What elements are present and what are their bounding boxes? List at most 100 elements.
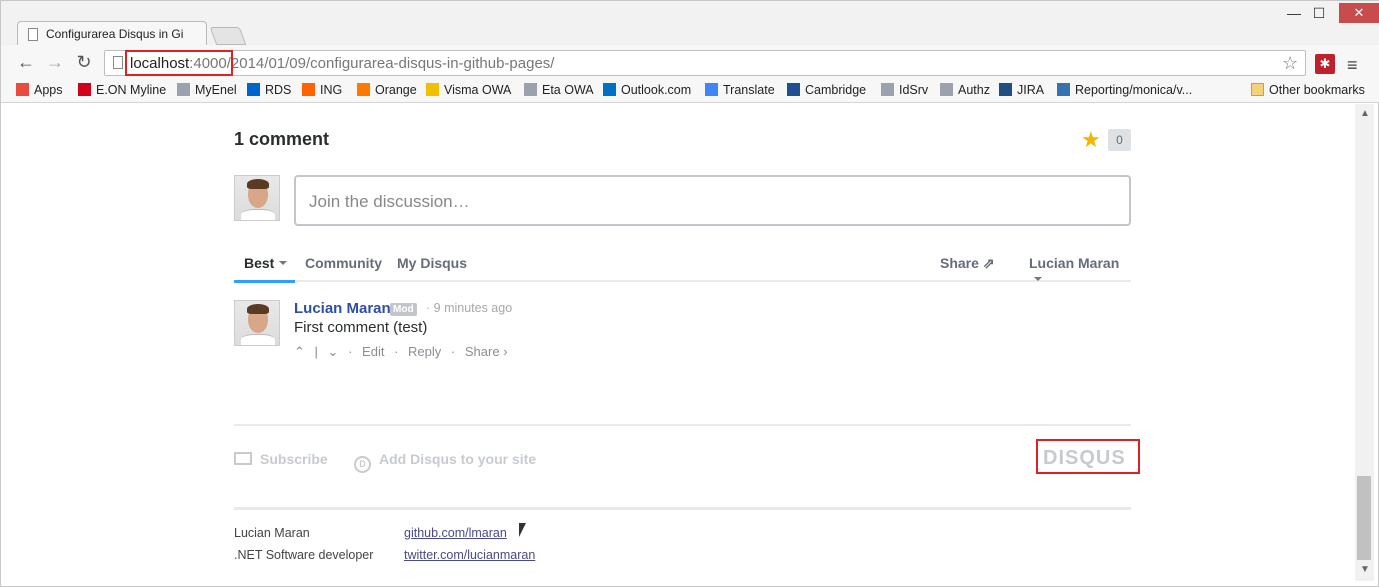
bookmark-item[interactable]: Apps bbox=[16, 83, 63, 97]
bookmark-favicon-icon bbox=[357, 83, 370, 96]
forward-arrow-icon[interactable]: → bbox=[45, 53, 65, 73]
bookmark-favicon-icon bbox=[426, 83, 439, 96]
add-disqus-link[interactable]: D Add Disqus to your site bbox=[354, 451, 536, 473]
bookmark-label: ING bbox=[320, 83, 343, 97]
active-tab-indicator bbox=[234, 280, 295, 283]
bookmark-label: Translate bbox=[723, 83, 775, 97]
twitter-link[interactable]: twitter.com/lucianmaran bbox=[404, 548, 535, 562]
lastpass-extension-icon[interactable]: ✱ bbox=[1315, 54, 1335, 74]
user-menu[interactable]: Lucian Maran bbox=[1029, 255, 1131, 287]
bookmark-label: Reporting/monica/v... bbox=[1075, 83, 1193, 97]
logo-highlight-box bbox=[1036, 439, 1140, 474]
bookmark-label: Authz bbox=[958, 83, 990, 97]
footer-author-name: Lucian Maran bbox=[234, 526, 310, 540]
subscribe-link[interactable]: Subscribe bbox=[234, 451, 328, 467]
bookmark-item[interactable]: JIRA bbox=[999, 83, 1044, 97]
bookmark-star-icon[interactable]: ☆ bbox=[1282, 53, 1298, 74]
bookmark-label: Outlook.com bbox=[621, 83, 692, 97]
bookmark-favicon-icon bbox=[787, 83, 800, 96]
github-link[interactable]: github.com/lmaran bbox=[404, 526, 507, 540]
bookmark-item[interactable]: Orange bbox=[357, 83, 417, 97]
github-link-wrap: github.com/lmaran bbox=[404, 526, 507, 540]
action-separator: · bbox=[348, 344, 353, 359]
bookmark-favicon-icon bbox=[940, 83, 953, 96]
scroll-thumb[interactable] bbox=[1357, 476, 1371, 560]
address-bar[interactable]: localhost:4000/2014/01/09/configurarea-d… bbox=[104, 50, 1306, 76]
bookmark-item[interactable]: Outlook.com bbox=[603, 83, 691, 97]
url-path: :4000/2014/01/09/configurarea-disqus-in-… bbox=[189, 55, 555, 72]
vertical-scrollbar[interactable]: ▲ ▼ bbox=[1355, 104, 1374, 581]
post-body: First comment (test) bbox=[294, 319, 428, 336]
edit-link[interactable]: Edit bbox=[362, 344, 384, 359]
share-icon: ⇗ bbox=[982, 255, 995, 271]
reload-icon[interactable]: ↻ bbox=[74, 53, 94, 73]
bookmark-label: Visma OWA bbox=[444, 83, 512, 97]
bookmark-item[interactable]: Translate bbox=[705, 83, 775, 97]
discussion-tabs: Best Community My Disqus Share ⇗ Lucian … bbox=[234, 252, 1131, 283]
upvote-icon[interactable]: ⌃ bbox=[294, 344, 305, 359]
back-arrow-icon[interactable]: ← bbox=[16, 53, 36, 73]
user-menu-label: Lucian Maran bbox=[1029, 255, 1120, 271]
bookmark-label: Apps bbox=[34, 83, 63, 97]
recommend-count: 0 bbox=[1108, 129, 1131, 151]
bookmark-favicon-icon bbox=[881, 83, 894, 96]
avatar bbox=[234, 175, 280, 221]
bookmark-label: RDS bbox=[265, 83, 292, 97]
bookmark-label: E.ON Myline bbox=[96, 83, 167, 97]
bookmark-item[interactable]: Cambridge bbox=[787, 83, 866, 97]
share-button[interactable]: Share ⇗ bbox=[940, 255, 995, 272]
mail-icon bbox=[234, 452, 252, 465]
new-tab-button[interactable] bbox=[209, 27, 247, 45]
bookmark-label: MyEnel bbox=[195, 83, 237, 97]
comment-count: 1 comment bbox=[234, 129, 330, 149]
bookmark-item[interactable]: Reporting/monica/v... bbox=[1057, 83, 1192, 97]
scroll-up-icon[interactable]: ▲ bbox=[1360, 108, 1370, 119]
post-time[interactable]: · 9 minutes ago bbox=[426, 301, 512, 315]
chevron-down-icon bbox=[279, 261, 288, 265]
other-bookmarks-label: Other bookmarks bbox=[1269, 83, 1365, 97]
vote-divider: | bbox=[314, 344, 318, 359]
close-button[interactable]: ✕ bbox=[1339, 3, 1379, 23]
chevron-down-icon bbox=[1034, 277, 1042, 281]
post-time-label: 9 minutes ago bbox=[433, 301, 513, 315]
disqus-icon: D bbox=[354, 456, 371, 473]
post-author[interactable]: Lucian Maran bbox=[294, 300, 391, 317]
bookmark-item[interactable]: IdSrv bbox=[881, 83, 928, 97]
twitter-link-wrap: twitter.com/lucianmaran bbox=[404, 548, 535, 562]
tab-strip: Configurarea Disqus in Gi — ☐ ✕ bbox=[1, 1, 1379, 47]
scroll-down-icon[interactable]: ▼ bbox=[1360, 564, 1370, 575]
menu-icon[interactable]: ≡ bbox=[1347, 55, 1358, 76]
bookmark-favicon-icon bbox=[247, 83, 260, 96]
bookmark-item[interactable]: E.ON Myline bbox=[78, 83, 166, 97]
bookmark-favicon-icon bbox=[78, 83, 91, 96]
bookmark-item[interactable]: ING bbox=[302, 83, 342, 97]
browser-tab[interactable]: Configurarea Disqus in Gi bbox=[17, 21, 207, 47]
bookmark-item[interactable]: RDS bbox=[247, 83, 291, 97]
tab-community[interactable]: Community bbox=[305, 255, 382, 271]
share-link[interactable]: Share › bbox=[465, 344, 508, 359]
bookmark-label: JIRA bbox=[1017, 83, 1045, 97]
comment-placeholder: Join the discussion… bbox=[309, 192, 470, 211]
mod-badge: Mod bbox=[390, 303, 417, 316]
divider bbox=[234, 424, 1131, 426]
url-highlight-box bbox=[125, 50, 233, 76]
bookmark-label: Eta OWA bbox=[542, 83, 594, 97]
bookmark-favicon-icon bbox=[1057, 83, 1070, 96]
bookmark-item[interactable]: MyEnel bbox=[177, 83, 237, 97]
bookmark-favicon-icon bbox=[302, 83, 315, 96]
tab-best[interactable]: Best bbox=[244, 255, 288, 271]
tab-title: Configurarea Disqus in Gi bbox=[46, 27, 184, 41]
reply-link[interactable]: Reply bbox=[408, 344, 441, 359]
add-disqus-label: Add Disqus to your site bbox=[379, 451, 537, 467]
comment-input[interactable]: Join the discussion… bbox=[294, 175, 1131, 226]
browser-window: Configurarea Disqus in Gi — ☐ ✕ ← → ↻ lo… bbox=[0, 0, 1379, 587]
maximize-button[interactable]: ☐ bbox=[1304, 3, 1334, 23]
tab-my-disqus[interactable]: My Disqus bbox=[397, 255, 467, 271]
recommend-star-icon[interactable]: ★ bbox=[1081, 127, 1101, 153]
other-bookmarks[interactable]: Other bookmarks bbox=[1251, 83, 1365, 97]
bookmark-item[interactable]: Visma OWA bbox=[426, 83, 511, 97]
action-separator: · bbox=[450, 344, 456, 359]
downvote-icon[interactable]: ⌄ bbox=[328, 344, 339, 359]
bookmark-item[interactable]: Eta OWA bbox=[524, 83, 594, 97]
bookmark-item[interactable]: Authz bbox=[940, 83, 990, 97]
